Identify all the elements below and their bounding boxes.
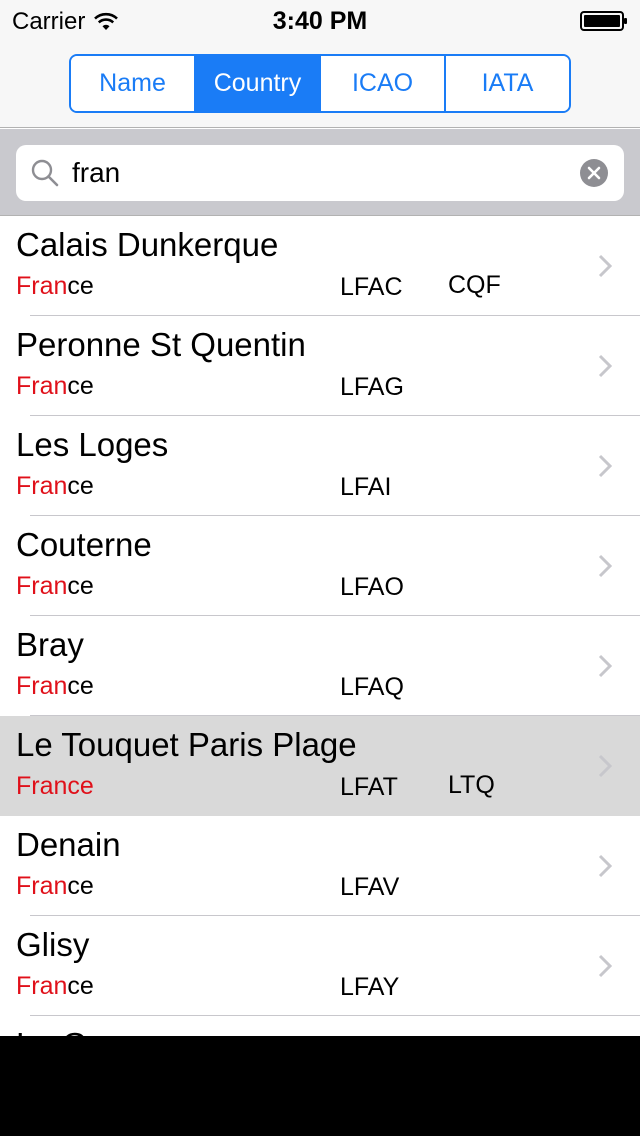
navigation-bar: Name Country ICAO IATA <box>0 40 640 128</box>
chevron-right-icon <box>598 354 612 378</box>
icao-code: LFAQ <box>340 673 404 701</box>
icao-code: LFAI <box>340 473 392 501</box>
icao-code: LFAG <box>340 373 404 401</box>
airport-country: France <box>16 272 94 301</box>
airport-name: Couterne <box>16 526 152 563</box>
country-match: Fran <box>16 272 68 300</box>
list-item[interactable]: Couterne France LFAO <box>0 516 640 616</box>
segment-name[interactable]: Name <box>71 56 196 111</box>
status-bar: Carrier 3:40 PM <box>0 0 640 40</box>
icao-code: LFAY <box>340 973 400 1001</box>
search-icon <box>31 159 59 187</box>
icao-code: LFAT <box>340 773 398 801</box>
country-rest: ce <box>67 672 94 700</box>
country-rest: ce <box>67 272 94 300</box>
list-item[interactable]: Calais Dunkerque France LFAC CQF <box>0 216 640 316</box>
search-scope-segmented-control: Name Country ICAO IATA <box>69 54 571 113</box>
icao-code: LFAV <box>340 873 400 901</box>
country-rest: ce <box>67 372 94 400</box>
country-match: Fran <box>16 972 68 1000</box>
airport-name: Le G <box>16 1026 88 1036</box>
list-item[interactable]: Glisy France LFAY <box>0 916 640 1016</box>
airport-country: France <box>16 372 94 401</box>
airport-country: France <box>16 572 94 601</box>
country-match: Fran <box>16 672 68 700</box>
airport-name: Denain <box>16 826 121 863</box>
battery-icon <box>580 11 627 31</box>
icao-code: LFAC <box>340 273 403 301</box>
status-time: 3:40 PM <box>272 7 368 35</box>
airport-list: Calais Dunkerque France LFAC CQF Peronne… <box>0 216 640 1036</box>
segment-icao[interactable]: ICAO <box>321 56 446 111</box>
country-rest: ce <box>67 472 94 500</box>
airport-name: Peronne St Quentin <box>16 326 306 363</box>
chevron-right-icon <box>598 754 612 778</box>
app-screen: Carrier 3:40 PM Name Country ICAO IATA f… <box>0 0 640 1036</box>
segment-country[interactable]: Country <box>196 56 321 111</box>
clear-search-icon[interactable] <box>580 159 608 187</box>
chevron-right-icon <box>598 254 612 278</box>
iata-code: CQF <box>448 271 501 299</box>
list-item-highlighted[interactable]: Le Touquet Paris Plage France LFAT LTQ <box>0 716 640 816</box>
list-item[interactable]: Le G <box>0 1016 640 1036</box>
iata-code: LTQ <box>448 771 495 799</box>
list-item[interactable]: Peronne St Quentin France LFAG <box>0 316 640 416</box>
chevron-right-icon <box>598 854 612 878</box>
airport-name: Bray <box>16 626 84 663</box>
country-rest: ce <box>67 872 94 900</box>
airport-country: France <box>16 872 94 901</box>
country-match: France <box>16 772 94 800</box>
segment-iata[interactable]: IATA <box>446 56 569 111</box>
country-match: Fran <box>16 872 68 900</box>
airport-country: France <box>16 672 94 701</box>
airport-name: Calais Dunkerque <box>16 226 279 263</box>
country-match: Fran <box>16 372 68 400</box>
search-bar <box>0 129 640 216</box>
airport-country: France <box>16 472 94 501</box>
country-match: Fran <box>16 572 68 600</box>
airport-name: Glisy <box>16 926 90 963</box>
country-match: Fran <box>16 472 68 500</box>
list-item[interactable]: Denain France LFAV <box>0 816 640 916</box>
search-field[interactable] <box>16 145 624 201</box>
icao-code: LFAO <box>340 573 404 601</box>
chevron-right-icon <box>598 454 612 478</box>
airport-name: Les Loges <box>16 426 169 463</box>
country-rest: ce <box>67 572 94 600</box>
list-item[interactable]: Bray France LFAQ <box>0 616 640 716</box>
airport-country: France <box>16 772 94 801</box>
list-item[interactable]: Les Loges France LFAI <box>0 416 640 516</box>
airport-country: France <box>16 972 94 1001</box>
chevron-right-icon <box>598 654 612 678</box>
chevron-right-icon <box>598 554 612 578</box>
country-rest: ce <box>67 972 94 1000</box>
airport-name: Le Touquet Paris Plage <box>16 726 357 763</box>
search-input[interactable] <box>72 145 572 201</box>
chevron-right-icon <box>598 954 612 978</box>
